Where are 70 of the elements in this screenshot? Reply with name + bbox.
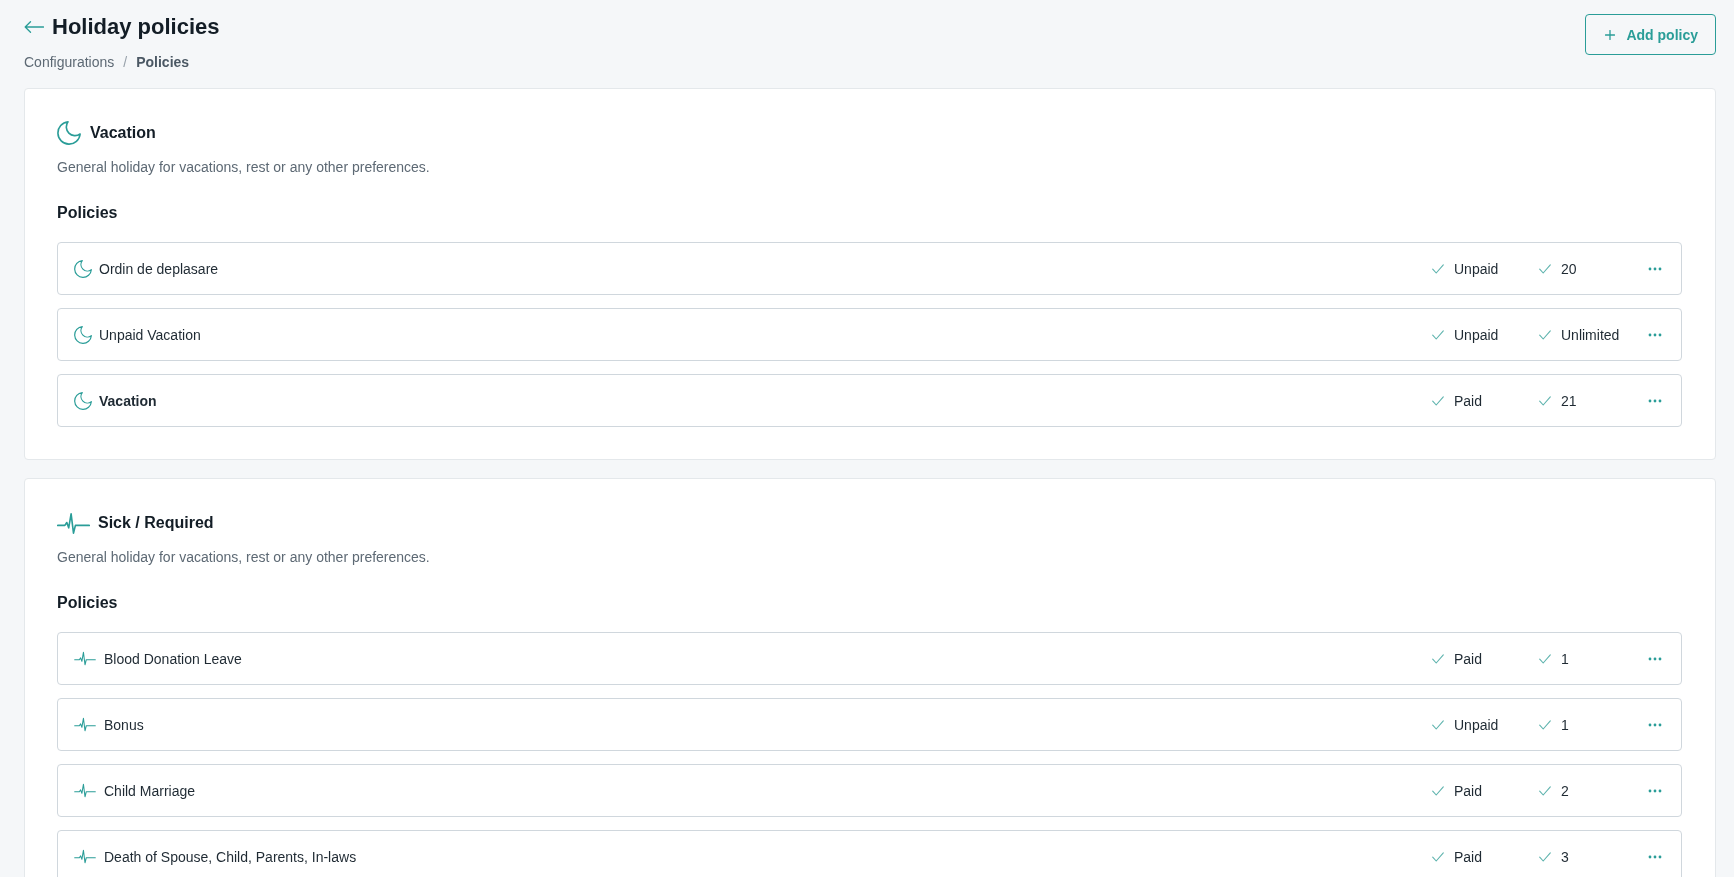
more-options-icon[interactable] [1648,398,1662,403]
more-options-icon[interactable] [1648,854,1662,859]
check-icon [1539,785,1551,796]
policy-name: Bonus [104,716,145,733]
check-icon [1432,263,1444,274]
policy-row[interactable]: Vacation Paid 21 [57,374,1682,427]
check-icon [1432,653,1444,664]
check-icon [1432,851,1444,862]
check-icon [1432,395,1444,406]
policies-heading: Policies [57,593,119,613]
moon-icon [74,325,92,344]
check-icon [1539,263,1551,274]
payment-status: Paid [1454,782,1483,799]
policy-row[interactable]: Child Marriage Paid 2 [57,764,1682,817]
back-arrow-icon[interactable] [24,21,44,33]
heartbeat-icon [74,783,96,798]
check-icon [1539,851,1551,862]
payment-status: Paid [1454,848,1483,865]
more-options-icon[interactable] [1648,722,1662,727]
policy-name: Unpaid Vacation [99,326,202,343]
payment-status: Unpaid [1454,260,1499,277]
payment-status: Unpaid [1454,716,1499,733]
policy-row[interactable]: Death of Spouse, Child, Parents, In-laws Paid 3 [57,830,1682,877]
payment-status: Paid [1454,650,1483,667]
category-description: General holiday for vacations, rest or any other preferences. [57,548,431,567]
policy-name: Child Marriage [104,782,197,799]
check-icon [1432,785,1444,796]
more-options-icon[interactable] [1648,266,1662,271]
policy-row[interactable]: Ordin de deplasare Unpaid 20 [57,242,1682,295]
breadcrumb-link[interactable]: Configurations [24,53,115,71]
policies-heading: Policies [57,203,119,223]
category-description: General holiday for vacations, rest or any other preferences. [57,158,431,177]
policy-row[interactable]: Unpaid Vacation Unpaid Unlimited [57,308,1682,361]
payment-status: Paid [1454,392,1483,409]
moon-icon [57,121,81,145]
breadcrumb-separator: / [123,53,128,71]
category-title: Sick / Required [98,514,214,532]
policy-name: Ordin de deplasare [99,260,220,277]
plus-icon [1605,29,1616,40]
more-options-icon[interactable] [1648,656,1662,661]
policy-name: Vacation [99,392,158,409]
policy-name: Blood Donation Leave [104,650,243,667]
heartbeat-icon [74,717,96,732]
heartbeat-icon [74,849,96,864]
heartbeat-icon [74,651,96,666]
allowance-value: 1 [1561,716,1569,733]
moon-icon [74,259,92,278]
allowance-value: 1 [1561,650,1569,667]
allowance-value: 3 [1561,848,1569,865]
policy-row[interactable]: Blood Donation Leave Paid 1 [57,632,1682,685]
payment-status: Unpaid [1454,326,1499,343]
policy-name: Death of Spouse, Child, Parents, In-laws [104,848,358,865]
check-icon [1432,719,1444,730]
check-icon [1539,329,1551,340]
breadcrumb-current: Policies [136,53,190,71]
more-options-icon[interactable] [1648,332,1662,337]
allowance-value: 21 [1561,392,1577,409]
check-icon [1539,653,1551,664]
allowance-value: 20 [1561,260,1577,277]
check-icon [1539,395,1551,406]
moon-icon [74,391,92,410]
allowance-value: Unlimited [1561,326,1620,343]
category-title: Vacation [90,124,156,142]
check-icon [1432,329,1444,340]
allowance-value: 2 [1561,782,1569,799]
more-options-icon[interactable] [1648,788,1662,793]
policy-row[interactable]: Bonus Unpaid 1 [57,698,1682,751]
heartbeat-icon [57,511,90,535]
page-title: Holiday policies [52,13,220,41]
check-icon [1539,719,1551,730]
